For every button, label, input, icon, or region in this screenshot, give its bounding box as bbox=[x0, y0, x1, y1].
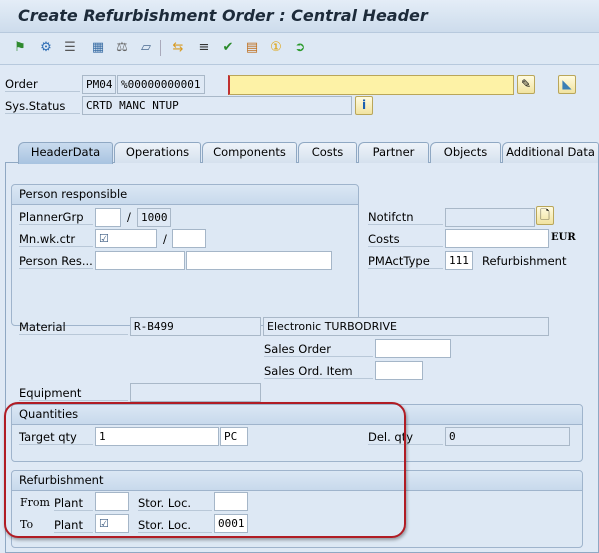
header-toggle-icon[interactable]: ◣ bbox=[558, 75, 576, 94]
currency-label: EUR bbox=[551, 232, 576, 243]
order-number-field: %00000000001 bbox=[117, 75, 205, 94]
flag-icon[interactable]: ⚑ bbox=[12, 40, 28, 56]
delivered-qty-field: 0 bbox=[445, 427, 570, 446]
tab-components[interactable]: Components bbox=[202, 142, 297, 163]
transfer-icon[interactable]: ⇆ bbox=[170, 40, 186, 56]
tab-objects[interactable]: Objects bbox=[430, 142, 501, 163]
planning-plant-field: 1000 bbox=[137, 208, 171, 227]
work-center-plant-input[interactable] bbox=[172, 229, 206, 248]
check-icon[interactable]: ✔ bbox=[220, 40, 236, 56]
activity-type-label: PMActType bbox=[368, 254, 443, 269]
order-description-input[interactable] bbox=[228, 75, 514, 95]
tab-additional-data[interactable]: Additional Data bbox=[502, 142, 599, 163]
planner-group-input[interactable] bbox=[95, 208, 121, 227]
toolbar-separator bbox=[160, 40, 161, 56]
tab-headerdata[interactable]: HeaderData bbox=[18, 142, 113, 164]
sales-order-item-input[interactable] bbox=[375, 361, 423, 380]
text-icon[interactable]: ≡ bbox=[196, 40, 212, 56]
person-responsible-input[interactable] bbox=[95, 251, 185, 270]
costs-input[interactable] bbox=[445, 229, 549, 248]
list-icon[interactable]: ☰ bbox=[62, 40, 78, 56]
activity-type-input[interactable]: 111 bbox=[445, 251, 473, 270]
separator: / bbox=[127, 210, 131, 224]
work-center-label: Mn.wk.ctr bbox=[19, 232, 93, 247]
material-label: Material bbox=[19, 320, 128, 335]
clipboard-icon[interactable]: ▤ bbox=[244, 40, 260, 56]
material-description-field: Electronic TURBODRIVE bbox=[263, 317, 549, 336]
tab-operations[interactable]: Operations bbox=[114, 142, 201, 163]
info-number-icon[interactable]: ① bbox=[268, 40, 284, 56]
sys-status-field: CRTD MANC NTUP bbox=[82, 96, 352, 115]
material-field: R-B499 bbox=[130, 317, 261, 336]
sales-order-label: Sales Order bbox=[264, 342, 373, 357]
tab-partner[interactable]: Partner bbox=[358, 142, 429, 163]
edit-text-icon[interactable]: ✎ bbox=[517, 75, 535, 94]
group-title: Person responsible bbox=[12, 185, 358, 205]
settings-icon[interactable]: ⚙ bbox=[38, 40, 54, 56]
document-icon[interactable]: ▱ bbox=[138, 40, 154, 56]
equipment-label: Equipment bbox=[19, 386, 128, 401]
planner-group-label: PlannerGrp bbox=[19, 210, 93, 225]
tab-costs[interactable]: Costs bbox=[298, 142, 357, 163]
highlight-outline bbox=[4, 402, 406, 538]
create-notification-icon[interactable]: 🗋 bbox=[536, 206, 554, 225]
sys-status-label: Sys.Status bbox=[5, 99, 80, 114]
calculator-icon[interactable]: ▦ bbox=[90, 40, 106, 56]
forward-icon[interactable]: ➲ bbox=[292, 40, 308, 56]
person-responsible-label: Person Res... bbox=[19, 254, 93, 269]
equipment-field bbox=[130, 383, 261, 402]
info-icon[interactable]: i bbox=[355, 96, 373, 115]
page-title: Create Refurbishment Order : Central Hea… bbox=[18, 6, 428, 25]
notification-field bbox=[445, 208, 535, 227]
activity-type-text: Refurbishment bbox=[482, 254, 567, 268]
sales-order-input[interactable] bbox=[375, 339, 451, 358]
separator: / bbox=[163, 232, 167, 246]
person-name-field[interactable] bbox=[186, 251, 332, 270]
notification-label: Notifctn bbox=[368, 210, 443, 225]
sales-order-item-label: Sales Ord. Item bbox=[264, 364, 373, 379]
order-type-field: PM04 bbox=[82, 75, 116, 94]
work-center-input[interactable]: ☑ bbox=[95, 229, 157, 248]
order-label: Order bbox=[5, 77, 80, 92]
costs-label: Costs bbox=[368, 232, 443, 247]
hierarchy-icon[interactable]: ⚖ bbox=[114, 40, 130, 56]
